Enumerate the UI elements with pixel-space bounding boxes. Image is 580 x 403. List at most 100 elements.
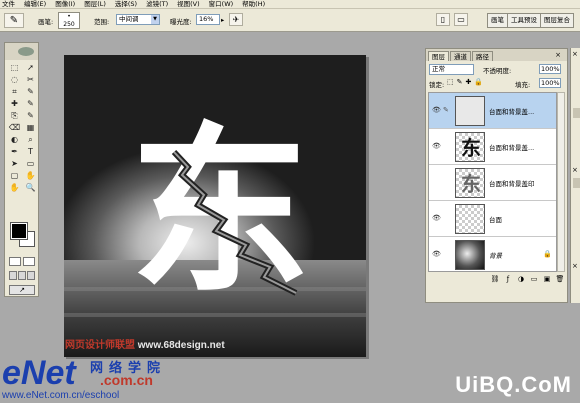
layer-name: 台面 bbox=[489, 216, 502, 224]
layer-name: 台面和背景盖印 bbox=[489, 180, 535, 188]
menu-select[interactable]: 选择(S) bbox=[115, 0, 137, 9]
blend-row: 正常 不透明度: 100% bbox=[429, 64, 566, 75]
close-icon[interactable]: × bbox=[552, 50, 564, 60]
blend-mode-select[interactable]: 正常 bbox=[429, 64, 474, 75]
fill-input[interactable]: 100% bbox=[539, 78, 561, 88]
tool-button-icon[interactable]: ⌕ bbox=[23, 134, 38, 145]
close-icon[interactable]: × bbox=[572, 50, 578, 58]
options-bar: ✎ 画笔: • 250 范围: 中间调 ▼ 曝光度: 16% ▸ ✈ ▯ ▭ 画… bbox=[0, 9, 580, 32]
layer-name: 背景 bbox=[489, 252, 502, 260]
watermark-enet-url: www.eNet.com.cn/eschool bbox=[2, 390, 120, 401]
tool-button-icon[interactable]: ✚ bbox=[7, 98, 22, 109]
menu-file[interactable]: 文件 bbox=[2, 0, 15, 9]
tool-button-icon[interactable]: T bbox=[23, 146, 38, 157]
trash-icon[interactable]: 🗑 bbox=[555, 275, 565, 287]
layer-row[interactable]: 东台面和背景盖印 bbox=[429, 165, 556, 201]
range-select[interactable]: 中间调 ▼ bbox=[116, 14, 160, 25]
opacity-label: 不透明度: bbox=[483, 67, 512, 75]
eye-icon[interactable]: 👁 bbox=[432, 142, 441, 150]
layer-mask-icon[interactable]: ◑ bbox=[516, 275, 526, 287]
exposure-label: 曝光度: bbox=[170, 18, 192, 26]
tool-button-icon[interactable]: ⌫ bbox=[7, 122, 22, 133]
exposure-input[interactable]: 16% bbox=[196, 14, 220, 25]
brush-picker[interactable]: • 250 bbox=[58, 12, 80, 29]
document-canvas[interactable]: 东 bbox=[64, 55, 366, 357]
tool-button-icon[interactable]: 🔍 bbox=[23, 182, 38, 193]
tool-button-icon[interactable]: ✂ bbox=[23, 74, 38, 85]
tool-button-icon[interactable]: ⌗ bbox=[7, 86, 22, 97]
tool-button-icon[interactable]: ✒ bbox=[7, 146, 22, 157]
exposure-value: 16% bbox=[199, 15, 214, 23]
screen-mode-buttons bbox=[9, 271, 35, 281]
tool-button-icon[interactable]: ✋ bbox=[7, 182, 22, 193]
tool-button-icon[interactable]: ⎘ bbox=[7, 110, 22, 121]
feather-logo-icon bbox=[18, 47, 34, 56]
tool-button-icon[interactable]: ➚ bbox=[23, 62, 38, 73]
layer-thumbnail: 东 bbox=[455, 168, 485, 198]
tool-button-icon[interactable]: ✎ bbox=[23, 110, 38, 121]
layers-panel-tabs: 图层 通道 路径 × bbox=[426, 49, 567, 61]
tool-preset-picker[interactable]: ✎ bbox=[4, 13, 24, 28]
tool-button-icon[interactable]: ▢ bbox=[7, 170, 22, 181]
palette-tab-layer-comps[interactable]: 图层复合 bbox=[540, 14, 573, 27]
tool-button-icon[interactable]: ◌ bbox=[7, 74, 22, 85]
menu-filter[interactable]: 滤镜(T) bbox=[146, 0, 168, 9]
eye-icon[interactable]: 👁 bbox=[432, 250, 441, 258]
new-group-icon[interactable]: ▭ bbox=[529, 275, 539, 287]
layer-list-scrollbar[interactable] bbox=[557, 92, 565, 272]
menu-window[interactable]: 窗口(W) bbox=[209, 0, 234, 9]
tool-button-icon[interactable]: ⬚ bbox=[7, 62, 22, 73]
watermark-enet-com: .com.cn bbox=[100, 372, 153, 388]
swap-icon[interactable]: ▭ bbox=[454, 13, 468, 26]
eye-icon[interactable]: 👁 bbox=[432, 106, 441, 114]
close-icon[interactable]: × bbox=[572, 262, 578, 270]
tool-button-icon[interactable]: ◐ bbox=[7, 134, 22, 145]
exposure-slider-arrow[interactable]: ▸ bbox=[221, 16, 224, 24]
screen-mode-full-button[interactable] bbox=[27, 271, 35, 280]
palette-tab-brushes[interactable]: 画笔 bbox=[488, 14, 507, 27]
chevron-down-icon: ▼ bbox=[151, 15, 159, 24]
layer-style-icon[interactable]: ƒ bbox=[503, 275, 513, 287]
menu-image[interactable]: 图像(I) bbox=[55, 0, 75, 9]
opacity-input[interactable]: 100% bbox=[539, 64, 561, 74]
close-icon[interactable]: × bbox=[572, 166, 578, 174]
watermark-enet-logo: eNet bbox=[2, 354, 76, 392]
panel-tab[interactable] bbox=[573, 108, 580, 118]
tool-button-icon[interactable]: ✋ bbox=[23, 170, 38, 181]
tool-button-icon[interactable]: ✎ bbox=[23, 98, 38, 109]
brush-link-icon[interactable]: ✎ bbox=[443, 106, 449, 114]
tool-button-icon[interactable]: ▦ bbox=[23, 122, 38, 133]
tool-button-icon[interactable]: ➤ bbox=[7, 158, 22, 169]
layer-row[interactable]: 👁 背景 🔒 bbox=[429, 237, 556, 271]
tab-channels[interactable]: 通道 bbox=[450, 51, 471, 61]
layer-row[interactable]: 👁 东台面和背景盖... bbox=[429, 129, 556, 165]
foreground-color-swatch[interactable] bbox=[10, 222, 28, 240]
screen-mode-menu-button[interactable] bbox=[18, 271, 26, 280]
lock-icons[interactable]: ⬚✎✚🔒 bbox=[447, 78, 486, 86]
layer-row[interactable]: 👁 台面 bbox=[429, 201, 556, 237]
quickmask-mode-button[interactable] bbox=[23, 257, 35, 266]
layer-row[interactable]: 👁 ✎ 台面和背景盖... bbox=[429, 93, 556, 129]
menu-edit[interactable]: 编辑(E) bbox=[24, 0, 46, 9]
tool-button-icon[interactable]: ▭ bbox=[23, 158, 38, 169]
panel-tab[interactable] bbox=[573, 178, 580, 188]
link-layers-icon[interactable]: ⛓ bbox=[490, 275, 500, 287]
fill-label: 填充: bbox=[515, 81, 531, 89]
watermark-uibq: UiBQ.CoM bbox=[455, 372, 572, 397]
jump-to-imageready-button[interactable]: ↗ bbox=[9, 285, 35, 295]
menu-layer[interactable]: 图层(L) bbox=[84, 0, 106, 9]
standard-mode-button[interactable] bbox=[9, 257, 21, 266]
tab-layers[interactable]: 图层 bbox=[428, 51, 449, 61]
tool-button-icon[interactable]: ✎ bbox=[23, 86, 38, 97]
menu-view[interactable]: 视图(V) bbox=[177, 0, 200, 9]
new-layer-icon[interactable]: ▣ bbox=[542, 275, 552, 287]
tab-paths[interactable]: 路径 bbox=[472, 51, 493, 61]
screen-mode-standard-button[interactable] bbox=[9, 271, 17, 280]
layers-panel: 图层 通道 路径 × 正常 不透明度: 100% 锁定: ⬚✎✚🔒 填充: 10… bbox=[425, 48, 568, 303]
toolbox-header[interactable] bbox=[5, 43, 38, 60]
eye-icon[interactable]: 👁 bbox=[432, 214, 441, 222]
document-icon[interactable]: ▯ bbox=[436, 13, 450, 26]
menu-help[interactable]: 帮助(H) bbox=[242, 0, 265, 9]
palette-tab-tool-presets[interactable]: 工具预设 bbox=[507, 14, 540, 27]
airbrush-icon[interactable]: ✈ bbox=[229, 13, 243, 26]
